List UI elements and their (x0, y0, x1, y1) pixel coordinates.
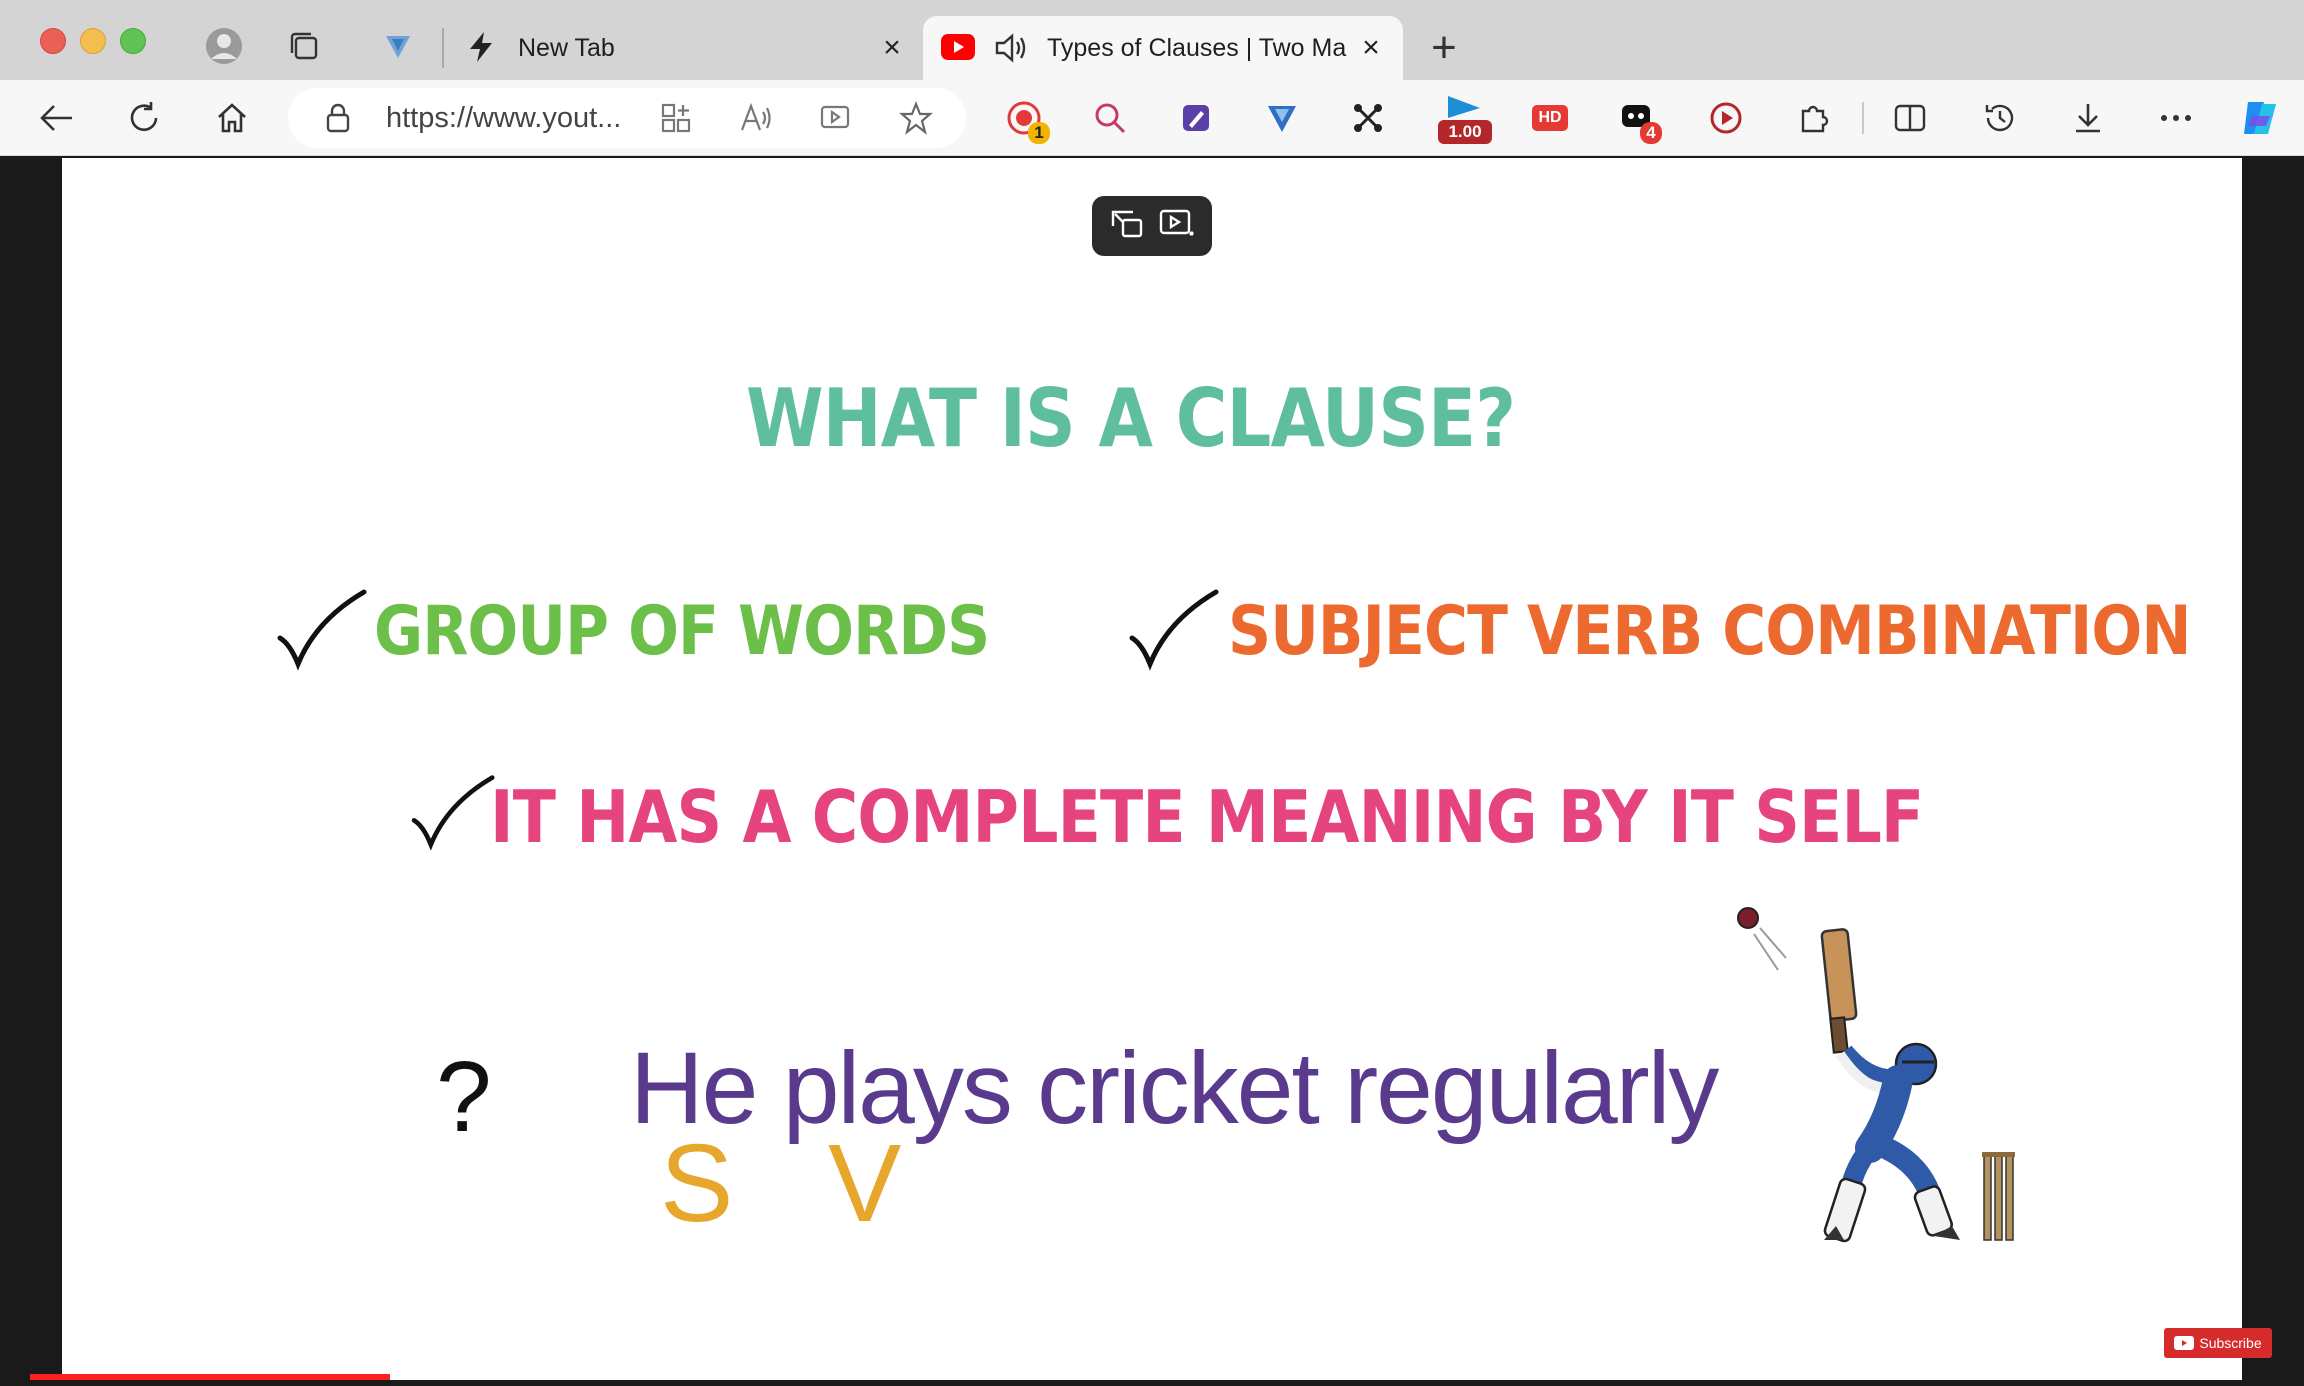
tab-close-icon[interactable]: × (878, 33, 906, 63)
toolbar-divider (1862, 102, 1864, 134)
new-tab-button[interactable]: + (1422, 23, 1466, 72)
notes-extension-icon[interactable] (1172, 94, 1220, 142)
more-menu-icon[interactable] (2152, 94, 2200, 142)
tab-title: New Tab (518, 34, 615, 62)
tab-close-icon[interactable]: × (1357, 33, 1385, 63)
criterion-subject-verb: SUBJECT VERB COMBINATION (1228, 592, 2191, 671)
chat-extension-icon[interactable]: 4 (1612, 94, 1662, 144)
pinned-extension-icon[interactable] (378, 26, 418, 66)
hd-label: HD (1532, 105, 1568, 131)
network-extension-icon[interactable] (1344, 94, 1392, 142)
back-button[interactable] (32, 94, 80, 142)
speaker-icon[interactable] (993, 32, 1029, 71)
checkmark-icon (411, 775, 495, 851)
recorder-count-badge: 1 (1028, 122, 1050, 144)
video-player-extension-icon[interactable] (1702, 94, 1750, 142)
subscribe-button[interactable]: Subscribe (2164, 1328, 2272, 1358)
youtube-icon (2174, 1336, 2195, 1350)
checkmark-icon (1129, 589, 1219, 671)
video-copilot-icon[interactable] (816, 98, 856, 138)
window-close-button[interactable] (40, 28, 66, 54)
copilot-icon[interactable] (2236, 94, 2284, 142)
tab-new-tab[interactable]: New Tab × (450, 16, 910, 80)
cricketer-illustration (1737, 907, 2015, 1243)
funnel-extension-icon[interactable] (1258, 94, 1306, 142)
subject-marker: S (660, 1122, 734, 1245)
criterion-complete-meaning: IT HAS A COMPLETE MEANING BY IT SELF (490, 775, 1924, 859)
navigation-toolbar: https://www.yout... 1 1.00 HD 4 (0, 80, 2304, 156)
search-lens-extension-icon[interactable] (1086, 94, 1134, 142)
window-minimize-button[interactable] (80, 28, 106, 54)
pip-exit-icon[interactable] (1109, 206, 1145, 247)
split-screen-icon[interactable] (1886, 94, 1934, 142)
video-progress-bar[interactable] (30, 1374, 390, 1380)
tab-title: Types of Clauses | Two Ma (1047, 34, 1347, 62)
slide-heading: WHAT IS A CLAUSE? (746, 372, 1516, 465)
speed-badge: 1.00 (1438, 120, 1492, 144)
tab-strip: New Tab × Types of Clauses | Two Ma × + (0, 0, 2304, 80)
checkmark-icon (277, 589, 367, 671)
lightning-icon (464, 30, 498, 71)
app-available-icon[interactable] (656, 98, 696, 138)
example-sentence: He plays cricket regularly (630, 1031, 1719, 1145)
profile-avatar-icon[interactable] (204, 26, 244, 66)
hd-extension-icon[interactable]: HD (1526, 94, 1574, 142)
workspaces-icon[interactable] (284, 26, 324, 66)
video-copilot-overlay-icon[interactable] (1158, 206, 1196, 247)
tab-youtube-video[interactable]: Types of Clauses | Two Ma × (923, 16, 1403, 80)
favorite-star-icon[interactable] (896, 98, 936, 138)
history-icon[interactable] (1976, 94, 2024, 142)
url-text[interactable]: https://www.yout... (386, 102, 626, 135)
criterion-group-of-words: GROUP OF WORDS (374, 592, 990, 671)
subscribe-label: Subscribe (2199, 1335, 2262, 1351)
downloads-icon[interactable] (2064, 94, 2112, 142)
read-aloud-icon[interactable] (736, 98, 776, 138)
window-maximize-button[interactable] (120, 28, 146, 54)
screen-recorder-extension-icon[interactable]: 1 (1000, 94, 1050, 144)
question-mark: ? (436, 1041, 492, 1153)
extensions-puzzle-icon[interactable] (1790, 94, 1838, 142)
video-speed-extension-icon[interactable]: 1.00 (1436, 94, 1496, 144)
reload-button[interactable] (120, 94, 168, 142)
lock-icon[interactable] (318, 98, 358, 138)
youtube-icon (941, 34, 975, 67)
notes-count-badge: 4 (1640, 122, 1662, 144)
tab-separator (442, 28, 444, 68)
address-bar[interactable]: https://www.yout... (288, 88, 966, 148)
verb-marker: V (828, 1122, 902, 1245)
picture-in-picture-overlay (1092, 196, 1212, 256)
home-button[interactable] (208, 94, 256, 142)
